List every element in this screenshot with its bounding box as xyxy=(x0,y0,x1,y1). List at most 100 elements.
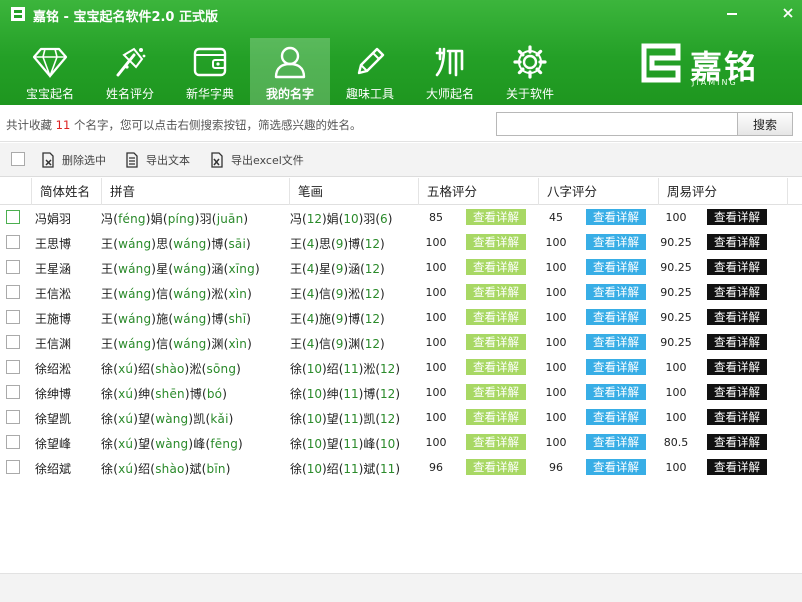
table-row[interactable]: 徐绍斌 徐(xú)绍(shào)斌(bīn) 徐(10)绍(11)斌(11) 96 查看… xyxy=(0,455,802,480)
table-row[interactable]: 王施博 王(wáng)施(wáng)博(shī) 王(4)施(9)博(12) 100 查… xyxy=(0,305,802,330)
row-checkbox[interactable] xyxy=(6,435,20,449)
table-row[interactable]: 王信淞 王(wáng)信(wáng)淞(xìn) 王(4)信(9)淞(12) 100 查… xyxy=(0,280,802,305)
stroke-count: 11 xyxy=(343,437,359,451)
delete-selected-button[interactable]: 删除选中 xyxy=(40,152,106,168)
bazi-detail-button[interactable]: 查看详解 xyxy=(586,409,646,425)
pinyin-char: 徐 xyxy=(101,462,114,476)
bazi-detail-button[interactable]: 查看详解 xyxy=(586,259,646,275)
zhouyi-detail-button[interactable]: 查看详解 xyxy=(707,359,767,375)
search-input[interactable] xyxy=(496,112,738,136)
stroke-char: 绍 xyxy=(326,462,339,476)
bazi-detail-button[interactable]: 查看详解 xyxy=(586,284,646,300)
zhouyi-detail-button[interactable]: 查看详解 xyxy=(707,209,767,225)
zhouyi-detail-button[interactable]: 查看详解 xyxy=(707,284,767,300)
row-checkbox[interactable] xyxy=(6,360,20,374)
stroke-count: 12 xyxy=(364,312,381,326)
stroke-count: 11 xyxy=(343,362,359,376)
wuge-detail-button[interactable]: 查看详解 xyxy=(466,284,526,300)
zhouyi-detail-button[interactable]: 查看详解 xyxy=(707,459,767,475)
close-button[interactable] xyxy=(778,4,798,22)
wuge-detail-button[interactable]: 查看详解 xyxy=(466,234,526,250)
row-name: 王星涵 xyxy=(35,262,72,276)
zhouyi-detail-button[interactable]: 查看详解 xyxy=(707,309,767,325)
zhouyi-score: 100 xyxy=(665,386,687,399)
minimize-button[interactable] xyxy=(722,4,742,22)
table-row[interactable]: 徐望峰 徐(xú)望(wàng)峰(fēng) 徐(10)望(11)峰(10) 100… xyxy=(0,430,802,455)
pinyin-syllable: shào xyxy=(155,462,185,476)
wuge-detail-button[interactable]: 查看详解 xyxy=(466,384,526,400)
column-header-pinyin[interactable]: 拼音 xyxy=(101,178,289,205)
zhouyi-detail-button[interactable]: 查看详解 xyxy=(707,334,767,350)
wuge-detail-button[interactable]: 查看详解 xyxy=(466,359,526,375)
table-row[interactable]: 王思博 王(wáng)思(wáng)博(sāi) 王(4)思(9)博(12) 100 查… xyxy=(0,230,802,255)
zhouyi-detail-button[interactable]: 查看详解 xyxy=(707,234,767,250)
row-checkbox[interactable] xyxy=(6,335,20,349)
wuge-detail-button[interactable]: 查看详解 xyxy=(466,209,526,225)
select-all-checkbox[interactable] xyxy=(11,152,25,166)
bazi-detail-button[interactable]: 查看详解 xyxy=(586,309,646,325)
bazi-score: 96 xyxy=(549,461,563,474)
zhouyi-detail-button[interactable]: 查看详解 xyxy=(707,384,767,400)
search-button[interactable]: 搜索 xyxy=(737,112,793,136)
column-header-strokes[interactable]: 笔画 xyxy=(289,178,418,205)
nav-item-dictionary[interactable]: 新华字典 xyxy=(170,38,250,105)
pinyin-char: 施 xyxy=(156,312,169,326)
bazi-detail-button[interactable]: 查看详解 xyxy=(586,234,646,250)
zhouyi-detail-button[interactable]: 查看详解 xyxy=(707,409,767,425)
column-header-zhouyi-score[interactable]: 周易评分 xyxy=(658,178,788,205)
column-header-wuge-score[interactable]: 五格评分 xyxy=(418,178,538,205)
table-row[interactable]: 冯娟羽 冯(féng)娟(píng)羽(juān) 冯(12)娟(10)羽(6) 85… xyxy=(0,205,802,230)
row-checkbox[interactable] xyxy=(6,460,20,474)
row-strokes: 王(4)信(9)淞(12) xyxy=(290,287,385,301)
wuge-detail-button[interactable]: 查看详解 xyxy=(466,259,526,275)
stroke-char: 王 xyxy=(290,287,303,301)
stroke-count: 10 xyxy=(306,437,322,451)
pinyin-char: 冯 xyxy=(101,212,114,226)
row-strokes: 王(4)思(9)博(12) xyxy=(290,237,385,251)
wuge-detail-button[interactable]: 查看详解 xyxy=(466,334,526,350)
pinyin-syllable: wáng xyxy=(118,262,152,276)
row-name: 冯娟羽 xyxy=(35,212,72,226)
wuge-detail-button[interactable]: 查看详解 xyxy=(466,409,526,425)
bazi-detail-button[interactable]: 查看详解 xyxy=(586,209,646,225)
bazi-detail-button[interactable]: 查看详解 xyxy=(586,359,646,375)
nav-item-name-score[interactable]: 姓名评分 xyxy=(90,38,170,105)
stroke-char: 徐 xyxy=(290,412,303,426)
bazi-score: 100 xyxy=(545,361,567,374)
table-row[interactable]: 徐绅博 徐(xú)绅(shēn)博(bó) 徐(10)绅(11)博(12) 100 查看… xyxy=(0,380,802,405)
row-checkbox[interactable] xyxy=(6,310,20,324)
bazi-detail-button[interactable]: 查看详解 xyxy=(586,434,646,450)
bazi-detail-button[interactable]: 查看详解 xyxy=(586,384,646,400)
row-checkbox[interactable] xyxy=(6,260,20,274)
bazi-detail-button[interactable]: 查看详解 xyxy=(586,459,646,475)
nav-item-fun-tools[interactable]: 趣味工具 xyxy=(330,38,410,105)
nav-item-about[interactable]: 关于软件 xyxy=(490,38,570,105)
wuge-detail-button[interactable]: 查看详解 xyxy=(466,434,526,450)
wuge-detail-button[interactable]: 查看详解 xyxy=(466,459,526,475)
collection-summary: 共计收藏 11 个名字，您可以点击右侧搜索按钮，筛选感兴趣的姓名。 xyxy=(6,117,361,133)
toolbar xyxy=(0,143,802,177)
bazi-detail-button[interactable]: 查看详解 xyxy=(586,334,646,350)
row-checkbox[interactable] xyxy=(6,285,20,299)
table-row[interactable]: 徐望凯 徐(xú)望(wàng)凯(kǎi) 徐(10)望(11)凯(12) 100 查… xyxy=(0,405,802,430)
export-excel-button[interactable]: 导出excel文件 xyxy=(209,152,304,168)
table-row[interactable]: 王星涵 王(wáng)星(wáng)涵(xīng) 王(4)星(9)涵(12) 100… xyxy=(0,255,802,280)
row-checkbox[interactable] xyxy=(6,235,20,249)
column-header-name[interactable]: 简体姓名 xyxy=(31,178,101,205)
zhouyi-detail-button[interactable]: 查看详解 xyxy=(707,259,767,275)
stroke-char: 王 xyxy=(290,237,303,251)
column-header-bazi-score[interactable]: 八字评分 xyxy=(538,178,658,205)
row-checkbox[interactable] xyxy=(6,410,20,424)
zhouyi-score: 100 xyxy=(665,411,687,424)
export-text-button[interactable]: 导出文本 xyxy=(124,152,190,168)
nav-item-baby-naming[interactable]: 宝宝起名 xyxy=(10,38,90,105)
zhouyi-detail-button[interactable]: 查看详解 xyxy=(707,434,767,450)
wuge-detail-button[interactable]: 查看详解 xyxy=(466,309,526,325)
table-row[interactable]: 王信渊 王(wáng)信(wáng)渊(xìn) 王(4)信(9)渊(12) 100 查… xyxy=(0,330,802,355)
wuge-score: 100 xyxy=(425,261,447,274)
row-checkbox[interactable] xyxy=(6,210,20,224)
nav-item-master-naming[interactable]: 大师起名 xyxy=(410,38,490,105)
table-row[interactable]: 徐绍淞 徐(xú)绍(shào)淞(sōng) 徐(10)绍(11)淞(12) 100… xyxy=(0,355,802,380)
nav-item-my-names[interactable]: 我的名字 xyxy=(250,38,330,105)
row-checkbox[interactable] xyxy=(6,385,20,399)
